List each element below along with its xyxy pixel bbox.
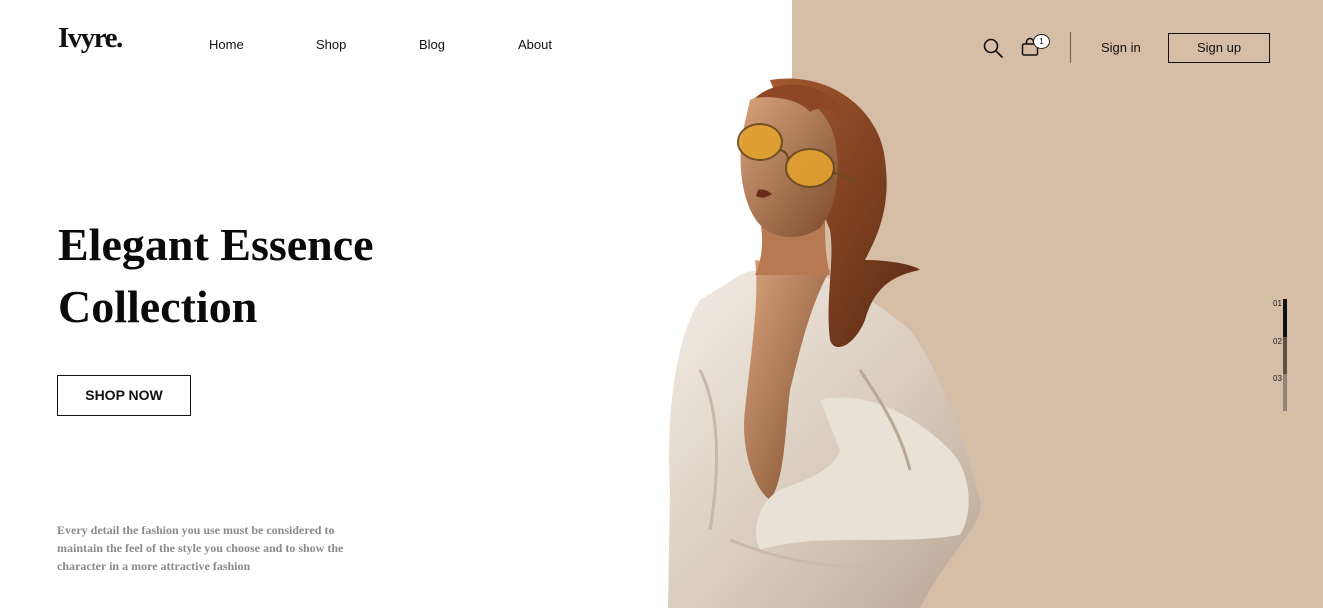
hero-title-line-2: Collection (58, 281, 258, 332)
header-divider (1070, 32, 1071, 63)
pager-segment-active[interactable] (1283, 299, 1287, 337)
nav-item-shop[interactable]: Shop (316, 37, 346, 52)
hero-tagline: Every detail the fashion you use must be… (57, 523, 344, 573)
search-icon[interactable] (982, 37, 1004, 59)
nav-item-home[interactable]: Home (209, 37, 244, 52)
brand-logo[interactable]: Ivyre. (58, 22, 123, 55)
hero-title: Elegant Essence Collection (58, 214, 374, 338)
shop-now-button[interactable]: SHOP NOW (57, 375, 191, 416)
cart-count-badge: 1 (1033, 34, 1050, 49)
pager-label-03[interactable]: 03 (1273, 374, 1282, 383)
hero-title-line-1: Elegant Essence (58, 219, 374, 270)
nav-item-blog[interactable]: Blog (419, 37, 445, 52)
pager-segment[interactable] (1283, 337, 1287, 374)
hero-model-image (660, 70, 1000, 608)
pager-label-01[interactable]: 01 (1273, 299, 1282, 308)
sign-in-link[interactable]: Sign in (1101, 40, 1141, 55)
pager-label-02[interactable]: 02 (1273, 337, 1282, 346)
pager-segment[interactable] (1283, 374, 1287, 411)
nav-item-about[interactable]: About (518, 37, 552, 52)
sign-up-button[interactable]: Sign up (1168, 33, 1270, 63)
